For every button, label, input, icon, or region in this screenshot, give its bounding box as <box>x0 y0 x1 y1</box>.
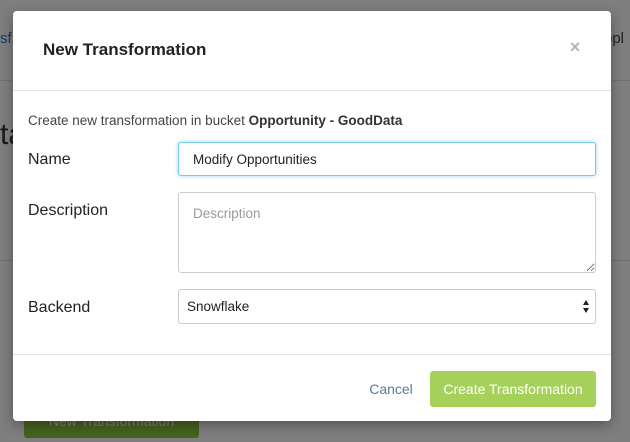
new-transformation-modal: New Transformation × Create new transfor… <box>13 11 611 421</box>
cancel-button[interactable]: Cancel <box>361 371 421 407</box>
description-label: Description <box>28 202 109 219</box>
backend-select[interactable]: Snowflake <box>178 289 596 324</box>
bucket-name: Opportunity - GoodData <box>248 113 403 128</box>
modal-title: New Transformation <box>43 40 207 59</box>
description-textarea[interactable] <box>178 192 596 273</box>
modal-header: New Transformation × <box>13 11 611 91</box>
name-input[interactable] <box>178 142 596 176</box>
select-arrows-icon <box>583 300 589 313</box>
backend-selected-value: Snowflake <box>187 299 250 314</box>
modal-footer-divider <box>13 354 611 355</box>
intro-prefix: Create new transformation in bucket <box>28 113 249 128</box>
intro-text: Create new transformation in bucket Oppo… <box>28 113 402 128</box>
close-icon[interactable]: × <box>567 37 583 57</box>
create-transformation-button[interactable]: Create Transformation <box>430 371 596 407</box>
name-label: Name <box>28 151 71 168</box>
backend-label: Backend <box>28 299 91 316</box>
